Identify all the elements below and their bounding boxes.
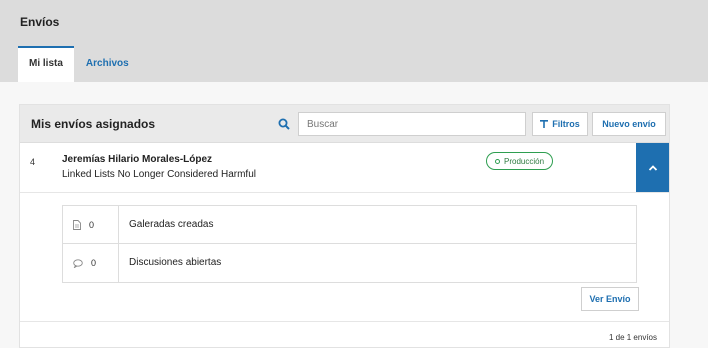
submission-author: Jeremías Hilario Morales-López [62,154,213,165]
filter-button[interactable]: Filtros [532,112,588,136]
submission-row[interactable]: 4 Jeremías Hilario Morales-López Linked … [20,143,669,193]
discussions-count: 0 [91,258,97,268]
tab-bar: Mi lista Archivos [18,46,141,82]
search-icon [278,118,290,130]
new-submission-button[interactable]: Nuevo envío [592,112,666,136]
comment-icon [73,258,83,268]
filter-icon [540,120,549,128]
tab-mi-lista[interactable]: Mi lista [18,46,74,82]
submission-details: 0 Galeradas creadas 0 Discusiones abiert… [62,205,637,283]
status-label: Producción [504,156,545,166]
list-item: 0 Galeradas creadas [63,206,636,244]
submission-title: Linked Lists No Longer Considered Harmfu… [62,169,256,180]
view-submission-button[interactable]: Ver Envío [581,287,639,311]
page-title: Envíos [20,15,60,29]
file-icon [73,219,81,230]
discussions-label: Discusiones abiertas [129,257,222,268]
submissions-panel: Mis envíos asignados Filtros Nuevo envío… [19,104,670,348]
search-button[interactable] [271,113,296,135]
galleys-label: Galeradas creadas [129,219,214,230]
tab-archivos[interactable]: Archivos [74,46,141,82]
galleys-count: 0 [89,219,95,230]
page-header: Envíos Mi lista Archivos [0,0,708,82]
collapse-button[interactable] [636,143,669,192]
list-item: 0 Discusiones abiertas [63,244,636,282]
panel-title: Mis envíos asignados [31,117,156,131]
discussions-count-cell: 0 [63,244,119,282]
galleys-count-cell: 0 [63,206,119,243]
chevron-up-icon [648,164,657,171]
divider [20,321,669,322]
panel-header: Mis envíos asignados Filtros Nuevo envío [20,105,669,143]
submission-id: 4 [30,157,36,167]
pagination-info: 1 de 1 envíos [608,333,657,342]
search-input[interactable] [298,112,526,136]
status-badge: Producción [486,152,554,170]
status-dot-icon [495,158,500,164]
filter-label: Filtros [552,119,580,129]
